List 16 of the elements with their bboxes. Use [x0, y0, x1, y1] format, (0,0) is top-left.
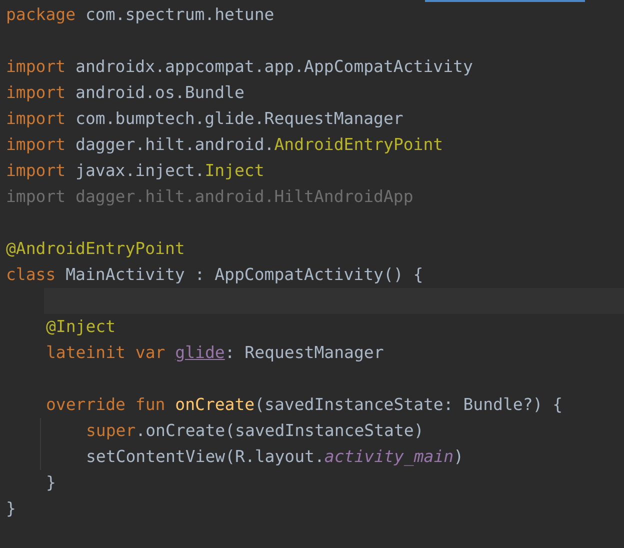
code-line: import dagger.hilt.android.AndroidEntryPoint [6, 135, 444, 154]
code-line: import androidx.appcompat.app.AppCompatActivity [6, 57, 473, 76]
code-line: } [46, 473, 56, 492]
code-line: override fun onCreate(savedInstanceState: Bundle?) { [46, 395, 563, 414]
code-line: package com.spectrum.hetune [6, 5, 274, 24]
code-line: import dagger.hilt.android.HiltAndroidApp [6, 187, 414, 206]
code-line: import javax.inject.Inject [6, 161, 264, 180]
code-line: lateinit var glide: RequestManager [46, 343, 384, 362]
code-line: class MainActivity : AppCompatActivity() { [6, 265, 424, 284]
code-line: setContentView(R.layout.activity_main) [86, 447, 464, 466]
code-line: @Inject [46, 317, 116, 336]
code-line: super.onCreate(savedInstanceState) [86, 421, 424, 440]
code-line: import android.os.Bundle [6, 83, 244, 102]
code-line: import com.bumptech.glide.RequestManager [6, 109, 404, 128]
code-line: } [6, 499, 16, 518]
code-line: @AndroidEntryPoint [6, 239, 185, 258]
